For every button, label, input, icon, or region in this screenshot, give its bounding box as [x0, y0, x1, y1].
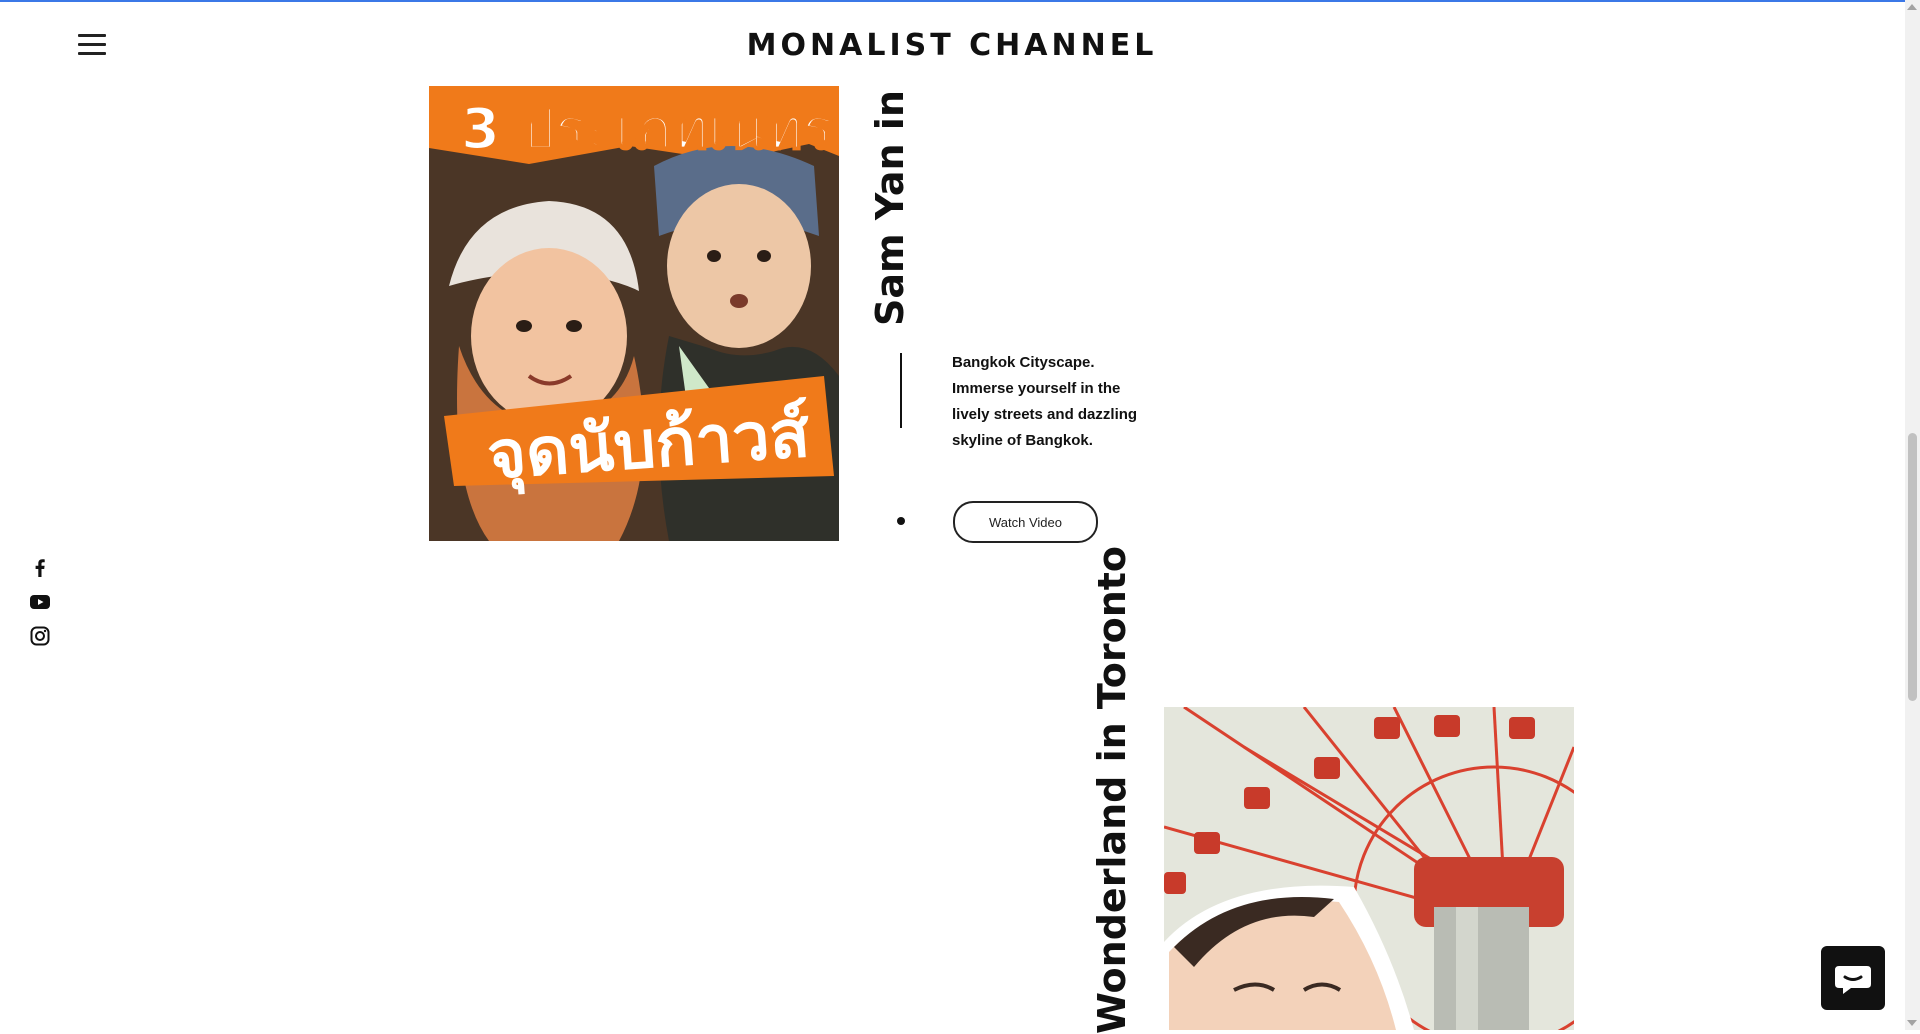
facebook-icon[interactable]	[28, 556, 52, 580]
video-thumbnail-sam-yan[interactable]: 3 ประเภทเนทรบ จุดนับก้าวส์	[429, 86, 839, 541]
thumbnail-title-top: 3 ประเภทเนทรบ	[460, 96, 839, 163]
social-bar	[28, 556, 52, 658]
thumbnail-title-bottom: จุดนับก้าวส์	[484, 394, 813, 495]
watch-video-button[interactable]: Watch Video	[953, 501, 1098, 543]
scroll-down-icon[interactable]	[1907, 1020, 1917, 1026]
site-header: MONALIST CHANNEL	[0, 2, 1905, 86]
hamburger-menu-icon[interactable]	[78, 32, 106, 56]
site-title[interactable]: MONALIST CHANNEL	[700, 28, 1204, 63]
scroll-up-icon[interactable]	[1907, 4, 1917, 10]
page-scrollbar[interactable]	[1905, 0, 1920, 1030]
divider-line	[900, 353, 902, 428]
video-description: Bangkok Cityscape. Immerse yourself in t…	[952, 354, 1138, 449]
scrollbar-thumb[interactable]	[1908, 433, 1917, 701]
bullet-dot	[897, 517, 905, 525]
video-thumbnail-wonderland[interactable]	[1164, 707, 1574, 1030]
instagram-icon[interactable]	[28, 624, 52, 648]
youtube-icon[interactable]	[28, 590, 52, 614]
thumbnail-image	[1164, 707, 1574, 1030]
chat-bubble-icon	[1835, 966, 1871, 994]
chat-button[interactable]	[1821, 946, 1885, 1010]
video-title-wonderland: Wonderland in Toronto	[1090, 545, 1134, 1034]
